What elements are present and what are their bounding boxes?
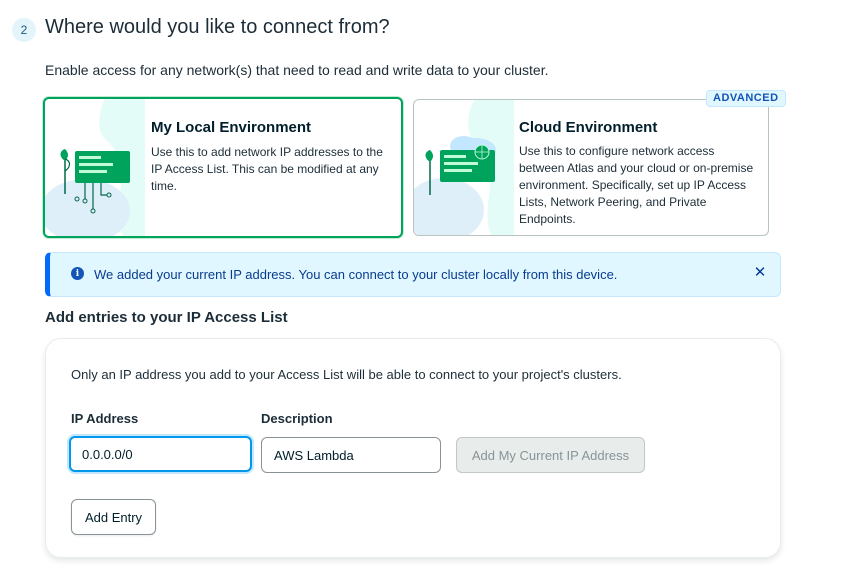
access-list-heading: Add entries to your IP Access List (45, 309, 288, 326)
ip-address-label: IP Address (71, 411, 139, 426)
access-list-note: Only an IP address you add to your Acces… (71, 367, 622, 382)
step-title: Where would you like to connect from? (45, 16, 390, 38)
description-input[interactable] (261, 437, 441, 473)
local-environment-illustration (45, 99, 145, 236)
add-current-ip-button[interactable]: Add My Current IP Address (456, 437, 645, 473)
advanced-badge: ADVANCED (706, 90, 786, 107)
description-label: Description (261, 411, 333, 426)
ip-address-input[interactable] (69, 436, 252, 472)
cloud-environment-description: Use this to configure network access bet… (519, 144, 754, 226)
intro-text: Enable access for any network(s) that ne… (45, 62, 549, 78)
add-entry-button[interactable]: Add Entry (71, 499, 156, 535)
local-environment-card[interactable]: My Local Environment Use this to add net… (43, 97, 403, 238)
banner-text: We added your current IP address. You ca… (94, 267, 618, 282)
info-banner: i We added your current IP address. You … (45, 252, 781, 297)
cloud-environment-card[interactable]: Cloud Environment Use this to configure … (413, 99, 769, 236)
local-environment-title: My Local Environment (151, 119, 312, 136)
access-list-form: Only an IP address you add to your Acces… (45, 338, 781, 558)
info-icon: i (71, 267, 84, 280)
cloud-environment-title: Cloud Environment (519, 119, 658, 136)
close-icon[interactable]: ✕ (752, 265, 768, 281)
local-environment-description: Use this to add network IP addresses to … (151, 145, 383, 193)
cloud-environment-illustration (414, 100, 514, 235)
step-number-badge: 2 (12, 18, 36, 42)
